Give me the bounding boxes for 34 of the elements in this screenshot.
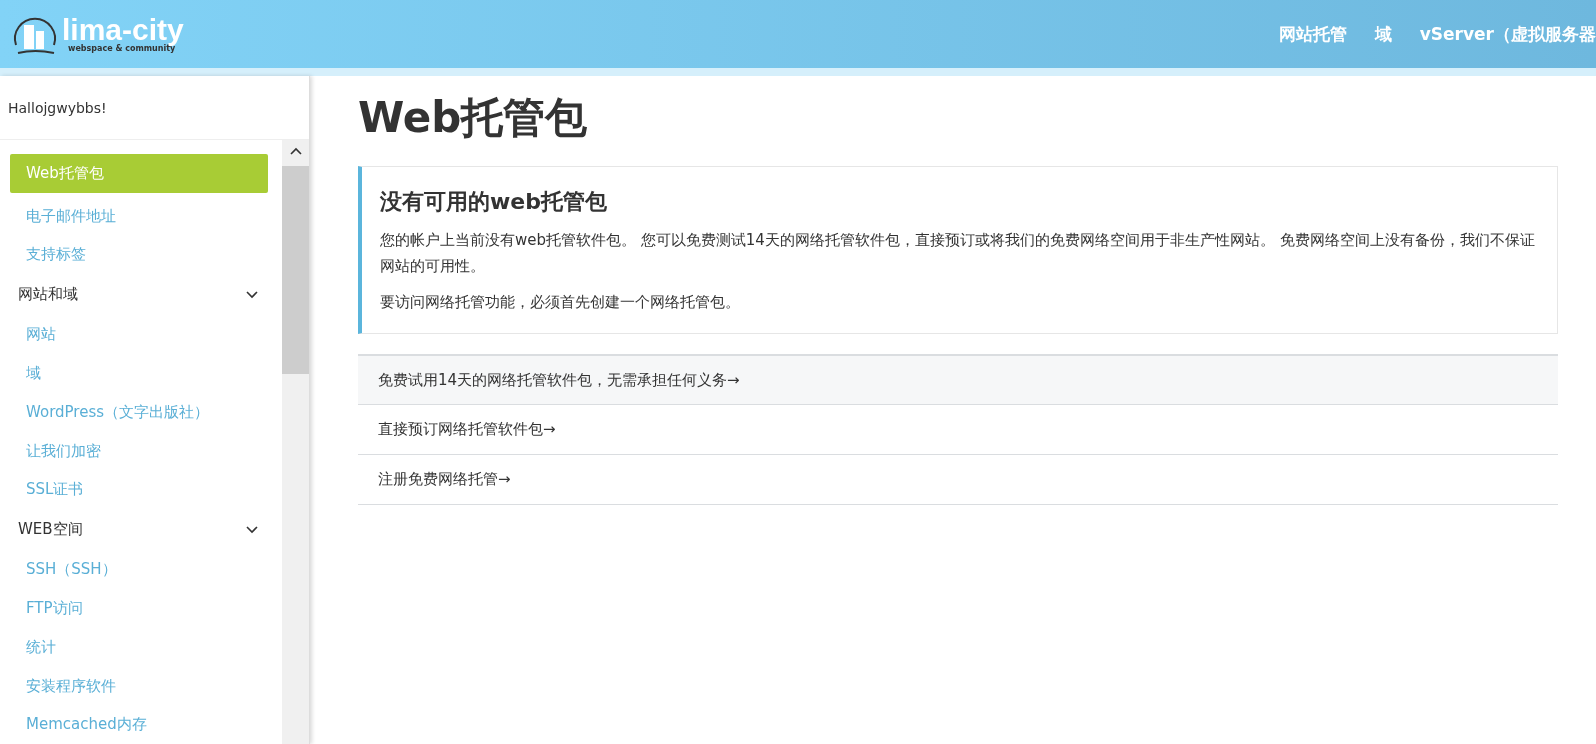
sidebar-link[interactable]: SSH（SSH） [10,550,268,590]
sidebar-link[interactable]: Web托管包 [10,154,268,193]
sidebar-section[interactable]: WEB空间 [10,509,268,551]
greeting-text: Hallojgwybbs! [8,99,107,116]
page-title: Web托管包 [358,92,589,144]
sidebar-link[interactable]: FTP访问 [10,589,268,628]
section-label: 网站和域 [18,285,78,305]
notice-title: 没有可用的web托管包 [380,188,608,216]
chevron-down-icon [246,525,258,534]
nav-link[interactable]: 网站托管 [1278,22,1347,46]
scrollbar[interactable] [282,140,309,744]
sidebar-link[interactable]: SSL证书 [10,470,268,509]
chevron-down-icon [246,290,258,299]
notice-text: 您的帐户上当前没有web托管软件包。 您可以免费测试14天的网络托管软件包，直接预订或将我们的免费网络空间用于非生产性网站。 免费网络空间上没有备份，我们不保证网站的可用性。 [380,230,1536,277]
logo-tagline: webspace & community [68,43,176,53]
notice-text: 要访问网络托管功能，必须首先创建一个网络托管包。 [380,292,741,313]
action-link[interactable]: 注册免费网络托管→ [358,454,1558,504]
scrollbar-thumb[interactable] [282,166,309,374]
sidebar-link[interactable]: 支持标签 [10,235,268,274]
sidebar-link[interactable]: 安装程序软件 [10,666,268,706]
nav-link[interactable]: vServer（虚拟服务器 [1419,22,1596,46]
action-link[interactable]: 直接预订网络托管软件包→ [358,404,1558,454]
sidebar-section[interactable]: 网站和域 [10,274,268,316]
sidebar-link[interactable]: 让我们加密 [10,431,268,471]
sidebar-link[interactable]: Memcached内存 [10,705,268,744]
sidebar-link[interactable]: 网站 [10,315,268,355]
sidebar-link[interactable]: WordPress（文字出版社） [10,393,268,432]
nav-link[interactable]: 域 [1374,22,1392,46]
action-link[interactable]: 免费试用14天的网络托管软件包，无需承担任何义务→ [358,354,1558,404]
sidebar-link[interactable]: 域 [10,354,268,393]
sidebar-link[interactable]: 统计 [10,628,268,667]
sidebar-link[interactable]: 电子邮件地址 [10,196,268,236]
logo-name: lima-city [62,15,184,44]
section-label: WEB空间 [18,520,83,540]
